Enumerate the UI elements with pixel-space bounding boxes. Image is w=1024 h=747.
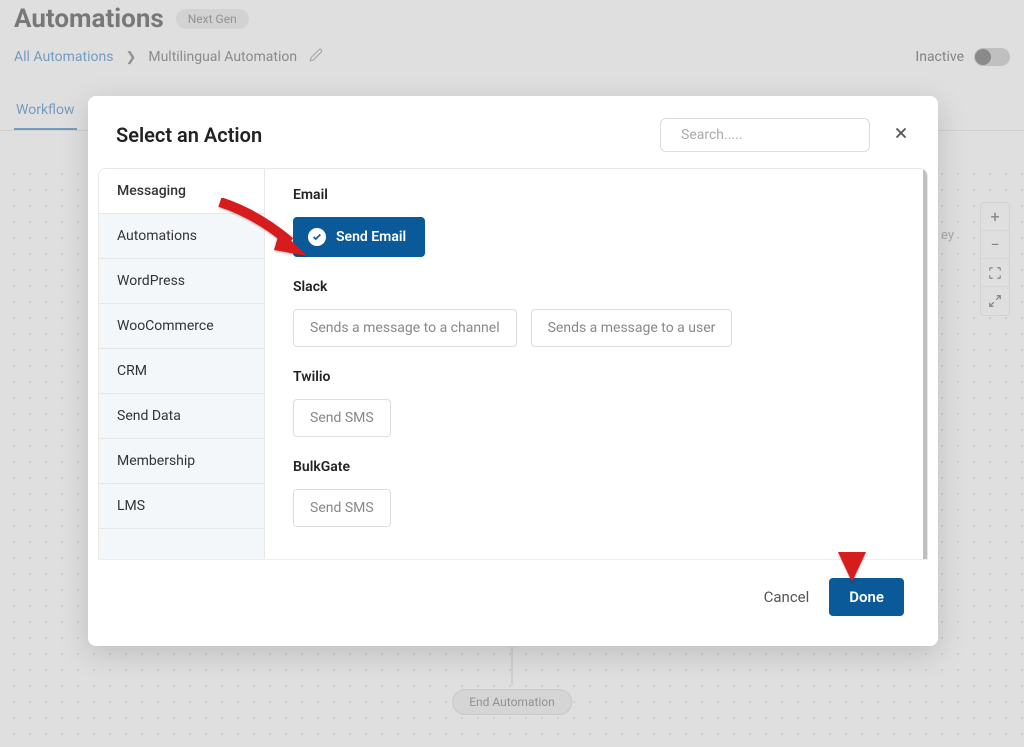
section-title-email: Email [293,187,895,203]
sidebar-item-crm[interactable]: CRM [99,349,264,394]
sidebar-item-send-data[interactable]: Send Data [99,394,264,439]
action-send-email[interactable]: Send Email [293,217,425,257]
sidebar-item-membership[interactable]: Membership [99,439,264,484]
action-options-pane: Email Send Email Slack Sends a message t… [265,169,927,559]
close-button[interactable] [892,123,910,147]
select-action-modal: Select an Action Messaging Automations W… [88,96,938,646]
section-title-slack: Slack [293,279,895,295]
action-twilio-sms[interactable]: Send SMS [293,399,391,437]
sidebar-item-lms[interactable]: LMS [99,484,264,529]
action-slack-channel[interactable]: Sends a message to a channel [293,309,517,347]
sidebar-item-automations[interactable]: Automations [99,214,264,259]
action-send-email-label: Send Email [336,229,406,245]
close-icon [892,124,910,142]
action-bulkgate-sms[interactable]: Send SMS [293,489,391,527]
action-slack-user[interactable]: Sends a message to a user [531,309,733,347]
section-title-twilio: Twilio [293,369,895,385]
action-category-sidebar: Messaging Automations WordPress WooComme… [99,169,265,559]
done-button[interactable]: Done [829,578,904,616]
check-circle-icon [308,228,326,246]
sidebar-item-messaging[interactable]: Messaging [99,169,264,214]
search-input[interactable] [681,127,859,143]
sidebar-item-wordpress[interactable]: WordPress [99,259,264,304]
modal-title: Select an Action [116,123,262,147]
cancel-button[interactable]: Cancel [764,588,810,606]
section-title-bulkgate: BulkGate [293,459,895,475]
search-box[interactable] [660,118,870,152]
sidebar-item-woocommerce[interactable]: WooCommerce [99,304,264,349]
